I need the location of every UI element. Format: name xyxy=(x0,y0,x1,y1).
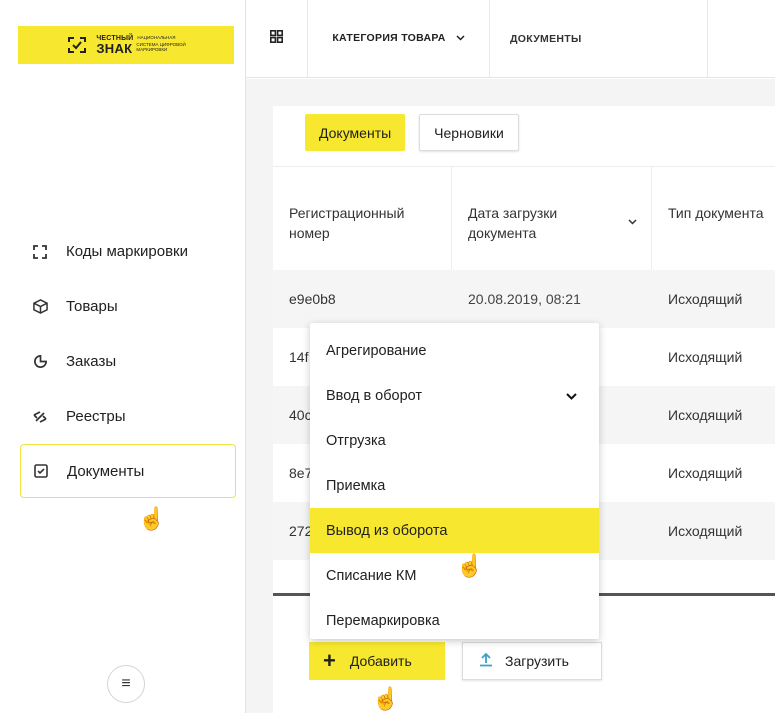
sidebar-item-label: Реестры xyxy=(66,408,126,425)
menu-item-introduce[interactable]: Ввод в оборот xyxy=(310,373,599,418)
chevron-down-icon xyxy=(566,389,577,403)
box-icon xyxy=(32,299,48,315)
column-header-reg-number[interactable]: Регистрационный номер xyxy=(273,167,452,271)
sidebar-nav: Коды маркировки Товары Заказы Реестры До… xyxy=(0,224,246,498)
menu-item-shipment[interactable]: Отгрузка xyxy=(310,418,599,463)
category-dropdown[interactable]: КАТЕГОРИЯ ТОВАРА xyxy=(308,0,490,78)
sidebar-item-orders[interactable]: Заказы xyxy=(20,334,236,389)
menu-item-acceptance[interactable]: Приемка xyxy=(310,463,599,508)
upload-icon xyxy=(479,652,493,671)
chevron-down-icon xyxy=(456,35,465,41)
table-row[interactable]: e9e0b8 20.08.2019, 08:21 Исходящий xyxy=(273,270,775,328)
logo-mark-icon xyxy=(68,37,87,53)
sidebar-item-label: Товары xyxy=(66,298,118,315)
menu-item-write-off[interactable]: Списание КМ xyxy=(310,553,599,598)
column-header-doc-type[interactable]: Тип документа xyxy=(652,167,775,271)
apps-grid-button[interactable] xyxy=(246,0,308,78)
tab-documents[interactable]: Документы xyxy=(305,114,406,151)
sidebar-item-registers[interactable]: Реестры xyxy=(20,389,236,444)
sidebar-item-products[interactable]: Товары xyxy=(20,279,236,334)
scan-frame-icon xyxy=(32,244,48,260)
hamburger-icon: ≡ xyxy=(121,675,131,692)
grid-icon xyxy=(270,30,283,43)
menu-toggle-button[interactable]: ≡ xyxy=(107,665,145,703)
add-button[interactable]: + Добавить xyxy=(309,642,445,680)
menu-item-remarking[interactable]: Перемаркировка xyxy=(310,598,599,643)
logo-big-text: ЗНАК xyxy=(96,41,133,56)
top-bar: КАТЕГОРИЯ ТОВАРА ДОКУМЕНТЫ xyxy=(246,0,775,78)
menu-item-withdrawal[interactable]: Вывод из оборота xyxy=(310,508,599,553)
menu-item-aggregation[interactable]: Агрегирование xyxy=(310,328,599,373)
sidebar-item-label: Коды маркировки xyxy=(66,243,188,260)
category-label: КАТЕГОРИЯ ТОВАРА xyxy=(332,32,446,44)
column-header-upload-date[interactable]: Дата загрузки документа xyxy=(452,167,652,271)
sidebar-item-label: Документы xyxy=(67,462,145,480)
chevron-down-icon[interactable] xyxy=(628,212,637,232)
tabs: Документы Черновики xyxy=(305,114,519,151)
table-header: Регистрационный номер Дата загрузки доку… xyxy=(273,166,775,271)
arrows-icon xyxy=(32,409,48,425)
sidebar: ЧЕСТНЫЙ НАЦИОНАЛЬНАЯ ЗНАК СИСТЕМА ЦИФРОВ… xyxy=(0,0,246,713)
logo[interactable]: ЧЕСТНЫЙ НАЦИОНАЛЬНАЯ ЗНАК СИСТЕМА ЦИФРОВ… xyxy=(18,26,234,64)
logo-sub-3: МАРКИРОВКИ xyxy=(136,47,168,53)
hand-cursor-icon: ☝ xyxy=(456,553,484,578)
plus-icon: + xyxy=(323,648,336,673)
sidebar-item-label: Заказы xyxy=(66,353,117,370)
hand-cursor-icon: ☝ xyxy=(372,686,400,711)
add-document-menu: Агрегирование Ввод в оборот Отгрузка При… xyxy=(310,323,599,639)
topbar-documents-link[interactable]: ДОКУМЕНТЫ xyxy=(490,0,708,78)
pie-chart-icon xyxy=(32,354,48,370)
tab-drafts[interactable]: Черновики xyxy=(419,114,519,151)
sidebar-item-codes[interactable]: Коды маркировки xyxy=(20,224,236,279)
logo-sub-1: НАЦИОНАЛЬНАЯ xyxy=(137,35,176,40)
sidebar-item-documents[interactable]: Документы xyxy=(20,444,236,498)
hand-cursor-icon: ☝ xyxy=(138,506,166,531)
checkbox-icon xyxy=(33,463,49,479)
upload-button[interactable]: Загрузить xyxy=(462,642,602,680)
